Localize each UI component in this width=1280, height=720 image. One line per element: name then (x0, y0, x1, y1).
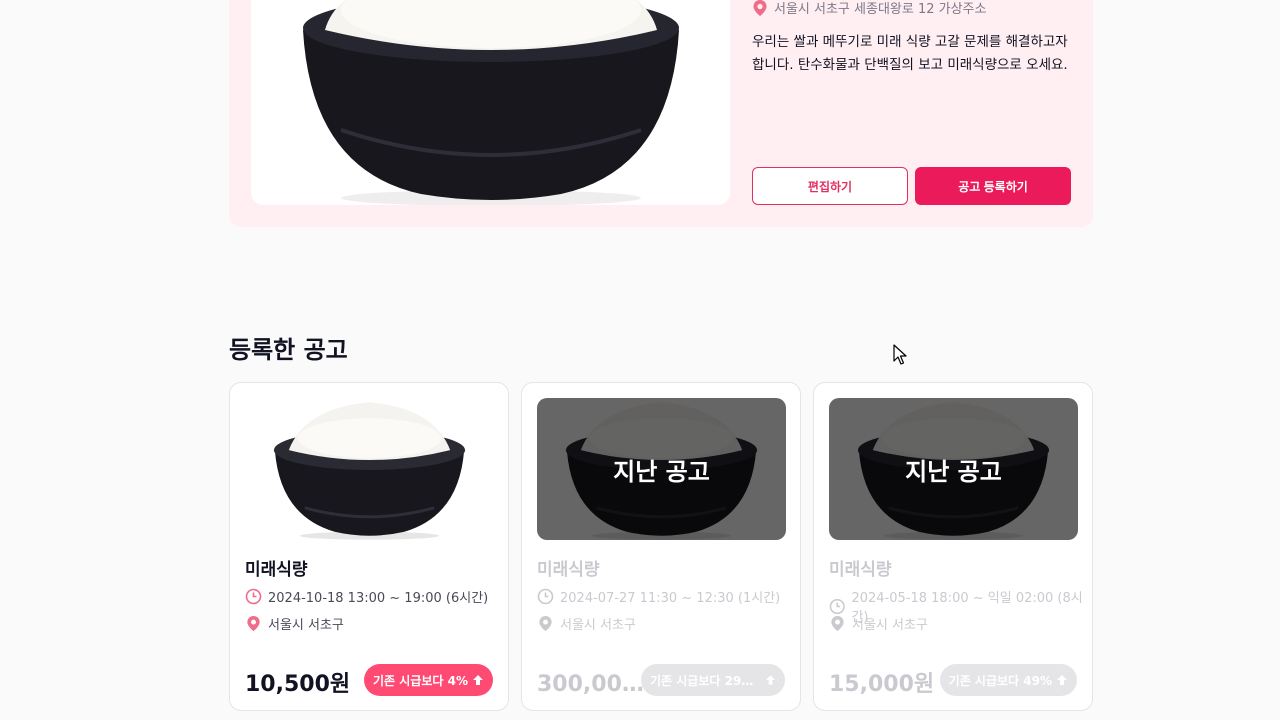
post-card[interactable]: 미래식량 2024-10-18 13:00 ~ 19:00 (6시간) 서울시 … (229, 382, 509, 711)
post-location-row: 서울시 서초구 (537, 614, 636, 633)
registered-posts-title: 등록한 공고 (229, 336, 348, 364)
post-list: 미래식량 2024-10-18 13:00 ~ 19:00 (6시간) 서울시 … (229, 382, 1093, 712)
rice-bowl-image (245, 398, 494, 540)
post-location-row: 서울시 서초구 (245, 614, 344, 633)
location-pin-icon (247, 615, 260, 632)
wage-increase-badge: 기존 시급보다 2975% (641, 664, 785, 696)
register-post-button[interactable]: 공고 등록하기 (915, 167, 1071, 205)
post-name: 미래식량 (829, 560, 892, 580)
post-time-row: 2024-10-18 13:00 ~ 19:00 (6시간) (245, 587, 488, 606)
edit-button[interactable]: 편집하기 (752, 167, 908, 205)
post-image: 지난 공고 (829, 398, 1078, 540)
shop-image (251, 0, 730, 205)
wage-increase-badge: 기존 시급보다 4% (364, 664, 493, 696)
post-card[interactable]: 지난 공고 미래식량 2024-05-18 18:00 ~ 익일 02:00 (… (813, 382, 1093, 711)
clock-icon (245, 588, 262, 605)
post-price: 10,500원 (245, 672, 351, 697)
post-location: 서울시 서초구 (268, 618, 344, 633)
shop-address: 서울시 서초구 세종대왕로 12 가상주소 (774, 2, 987, 17)
shop-info-card: 서울시 서초구 세종대왕로 12 가상주소 우리는 쌀과 메뚜기로 미래 식량 … (229, 0, 1093, 227)
location-pin-icon (753, 0, 767, 16)
expired-overlay: 지난 공고 (829, 398, 1078, 540)
wage-increase-badge: 기존 시급보다 49% (939, 664, 1077, 696)
shop-details: 서울시 서초구 세종대왕로 12 가상주소 우리는 쌀과 메뚜기로 미래 식량 … (752, 0, 1072, 205)
post-location-row: 서울시 서초구 (829, 614, 928, 633)
post-name: 미래식량 (245, 560, 308, 580)
location-pin-icon (831, 615, 844, 632)
shop-description: 우리는 쌀과 메뚜기로 미래 식량 고갈 문제를 해결하고자 합니다. 탄수화물… (752, 34, 1068, 73)
clock-icon (829, 598, 845, 614)
post-price: 300,000원 (537, 672, 657, 697)
arrow-up-icon (1057, 675, 1067, 685)
shop-address-row: 서울시 서초구 세종대왕로 12 가상주소 (752, 0, 986, 17)
post-price: 15,000원 (829, 672, 935, 697)
rice-bowl-image (303, 0, 679, 205)
post-location: 서울시 서초구 (852, 618, 928, 633)
post-image: 지난 공고 (537, 398, 786, 540)
arrow-up-icon (765, 675, 776, 685)
wage-increase-text: 기존 시급보다 49% (948, 673, 1052, 688)
post-time: 2024-07-27 11:30 ~ 12:30 (1시간) (560, 591, 781, 606)
post-time-row: 2024-07-27 11:30 ~ 12:30 (1시간) (537, 587, 780, 606)
post-location: 서울시 서초구 (560, 618, 636, 633)
expired-overlay: 지난 공고 (537, 398, 786, 540)
post-card[interactable]: 지난 공고 미래식량 2024-07-27 11:30 ~ 12:30 (1시간… (521, 382, 801, 711)
post-image (245, 398, 494, 540)
wage-increase-text: 기존 시급보다 4% (373, 673, 468, 688)
clock-icon (537, 588, 554, 605)
mouse-cursor-icon (893, 344, 907, 365)
post-name: 미래식량 (537, 560, 600, 580)
arrow-up-icon (473, 675, 483, 685)
location-pin-icon (539, 615, 552, 632)
wage-increase-text: 기존 시급보다 2975% (650, 673, 761, 688)
post-time: 2024-10-18 13:00 ~ 19:00 (6시간) (268, 591, 489, 606)
